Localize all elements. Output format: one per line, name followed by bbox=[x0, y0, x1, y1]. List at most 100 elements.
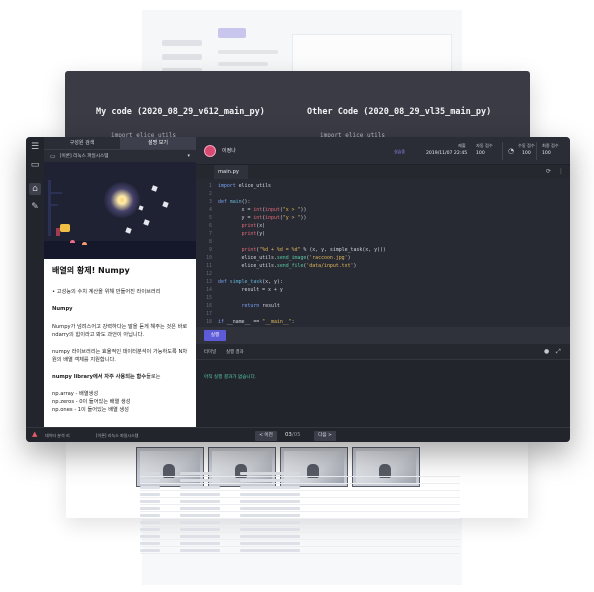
lesson-paragraph: Numpy가 넘려스어고 강력하다는 말을 듣게 해주는 것은 바로 ndarr… bbox=[52, 324, 188, 338]
tab-explanation[interactable]: 설명 보기 bbox=[120, 137, 196, 149]
background-row bbox=[218, 50, 278, 54]
my-code-title: My code (2020_08_29_v612_main_py) bbox=[96, 107, 265, 117]
line-number: 10 bbox=[206, 255, 212, 261]
lesson-subheading: Numpy bbox=[52, 306, 73, 312]
status-bar: ▲ 데이터 분석 리 [이론] 리눅스 파일시스템 < 이전 03/05 다음 … bbox=[26, 427, 570, 442]
final-score-label: 최종 점수 bbox=[542, 143, 559, 148]
current-lesson: [이론] 리눅스 파일시스템 bbox=[96, 433, 139, 438]
line-number: 13 bbox=[206, 279, 212, 285]
manual-score-value: 100 bbox=[522, 151, 531, 156]
pencil-icon[interactable]: ✎ bbox=[29, 201, 41, 213]
grade-icon: ◔ bbox=[508, 147, 515, 155]
background-button bbox=[218, 28, 246, 38]
tab-member-search[interactable]: 구성원 검색 bbox=[44, 137, 120, 149]
stage: My code (2020_08_29_v612_main_py) Other … bbox=[0, 0, 594, 592]
code-line: def simple_task(x, y): bbox=[218, 279, 283, 285]
lesson-illustration bbox=[44, 162, 196, 259]
ide-window: ☰ ▭ ⌂ ✎ 구성원 검색 설명 보기 ▭ [이론] 리눅스 파일시스템 ▾ bbox=[26, 137, 570, 442]
home-icon[interactable]: ⌂ bbox=[29, 183, 41, 195]
output-panel: 아직 실행 결과가 없습니다. bbox=[196, 360, 570, 427]
line-number: 6 bbox=[209, 223, 212, 229]
code-line: print(x) bbox=[241, 223, 266, 229]
refresh-icon[interactable]: ⟳ bbox=[546, 168, 551, 175]
output-message: 아직 실행 결과가 없습니다. bbox=[204, 375, 257, 380]
line-number: 9 bbox=[209, 247, 212, 253]
line-number: 11 bbox=[206, 263, 212, 269]
line-number: 7 bbox=[209, 231, 212, 237]
expand-icon[interactable]: ⤢ bbox=[556, 348, 561, 356]
user-name: 이정나 bbox=[222, 148, 236, 154]
final-score-value: 100 bbox=[542, 151, 551, 156]
code-line: import elice_utils bbox=[218, 183, 272, 189]
other-code-title: Other Code (2020_08_29_vl35_main_py) bbox=[307, 107, 492, 117]
line-number: 5 bbox=[209, 215, 212, 221]
editor-header: 이정나 실습중 제출 2019/11/07 22:45 자동 점수 100 ◔ … bbox=[196, 137, 570, 165]
code-line: x = int(input("x > ")) bbox=[218, 207, 307, 213]
submitted-label: 제출 bbox=[458, 143, 466, 148]
list-item: np.array - 배열생성 bbox=[52, 391, 99, 397]
line-number: 16 bbox=[206, 303, 212, 309]
book-icon[interactable]: ▭ bbox=[29, 159, 41, 171]
prev-button[interactable]: < 이전 bbox=[255, 431, 277, 441]
run-button[interactable]: 실행 bbox=[204, 330, 226, 341]
lesson-select-value: [이론] 리눅스 파일시스템 bbox=[59, 154, 109, 159]
icon-rail: ☰ ▭ ⌂ ✎ bbox=[26, 137, 44, 427]
background-table bbox=[140, 470, 460, 582]
lesson-functions-rest: 들로는 bbox=[146, 374, 161, 380]
page-current: 03 bbox=[285, 432, 292, 438]
line-number: 1 bbox=[209, 183, 212, 189]
list-item: np.zeros - 0이 들어있는 배열 생성 bbox=[52, 399, 131, 405]
line-number: 3 bbox=[209, 199, 212, 205]
tab-main-py[interactable]: main.py bbox=[214, 165, 248, 179]
lesson-paragraph: numpy 라이브러리는 효율적인 데이터분석이 가능하도록 N차원의 배열 객… bbox=[52, 349, 188, 363]
lesson-functions-bold: numpy library에서 자주 사용되는 함수 bbox=[52, 374, 147, 380]
lesson-bullet: • 고성능의 수치 계산을 위해 만들어진 라이브러리 bbox=[52, 289, 161, 295]
code-compare-panel: My code (2020_08_29_v612_main_py) Other … bbox=[65, 71, 530, 141]
chevron-down-icon: ▾ bbox=[187, 153, 190, 159]
manual-score-label: 수동 점수 bbox=[518, 143, 535, 148]
lesson-select[interactable]: ▭ [이론] 리눅스 파일시스템 ▾ bbox=[44, 149, 196, 162]
status-badge: 실습중 bbox=[394, 149, 406, 154]
code-editor[interactable]: 1 2 3 4 5 6 7 8 9 10 11 12 13 14 15 16 1… bbox=[196, 179, 570, 333]
lesson-panel: 구성원 검색 설명 보기 ▭ [이론] 리눅스 파일시스템 ▾ 배열의 황제! … bbox=[44, 137, 196, 427]
line-number: 17 bbox=[206, 311, 212, 317]
warning-icon[interactable]: ▲ bbox=[32, 430, 37, 438]
video-icon: ▭ bbox=[50, 152, 56, 160]
code-line: if __name__ == "__main__": bbox=[218, 319, 295, 325]
lesson-content: 배열의 황제! Numpy • 고성능의 수치 계산을 위해 만들어진 라이브러… bbox=[44, 259, 196, 421]
lesson-functions-intro: numpy library에서 자주 사용되는 함수들로는 bbox=[52, 373, 188, 381]
avatar[interactable] bbox=[204, 145, 216, 157]
background-row bbox=[218, 62, 268, 66]
line-number: 8 bbox=[209, 239, 212, 245]
code-line: result = x + y bbox=[218, 287, 283, 293]
auto-score-label: 자동 점수 bbox=[476, 143, 493, 148]
code-line: elice_utils.send_file('data/input.txt') bbox=[218, 263, 357, 269]
run-toolbar: 실행 bbox=[196, 327, 570, 344]
dot-icon[interactable]: ● bbox=[544, 348, 549, 355]
page-total: 05 bbox=[293, 432, 301, 438]
auto-score-value: 100 bbox=[476, 151, 485, 156]
divider bbox=[536, 142, 537, 160]
line-number: 15 bbox=[206, 295, 212, 301]
list-item: np.ones - 1이 들어있는 배열 생성 bbox=[52, 407, 129, 413]
next-button[interactable]: 다음 > bbox=[314, 431, 336, 441]
code-line: print("%d + %d = %d" % (x, y, simple_tas… bbox=[241, 247, 386, 253]
tab-terminal[interactable]: 터미널 bbox=[204, 349, 216, 355]
page-indicator: 03/05 bbox=[285, 432, 301, 438]
code-line: return result bbox=[241, 303, 280, 309]
line-number: 12 bbox=[206, 271, 212, 277]
more-icon[interactable]: ⋮ bbox=[558, 168, 564, 175]
course-name: 데이터 분석 리 bbox=[45, 433, 70, 438]
code-line: y = int(input("y > ")) bbox=[218, 215, 307, 221]
code-line: elice_utils.send_image('raccoon.jpg') bbox=[218, 255, 351, 261]
code-line: def main(): bbox=[218, 199, 251, 205]
file-tabs: main.py ⟳ ⋮ bbox=[196, 165, 570, 179]
lesson-heading: 배열의 황제! Numpy bbox=[52, 266, 130, 275]
menu-icon[interactable]: ☰ bbox=[29, 141, 41, 153]
line-number: 4 bbox=[209, 207, 212, 213]
code-line: print(y) bbox=[241, 231, 266, 237]
tab-run-result[interactable]: 실행 결과 bbox=[226, 349, 244, 355]
divider bbox=[502, 142, 503, 160]
submitted-value: 2019/11/07 22:45 bbox=[426, 151, 468, 156]
lesson-function-list: np.array - 배열생성 np.zeros - 0이 들어있는 배열 생성… bbox=[52, 390, 188, 414]
